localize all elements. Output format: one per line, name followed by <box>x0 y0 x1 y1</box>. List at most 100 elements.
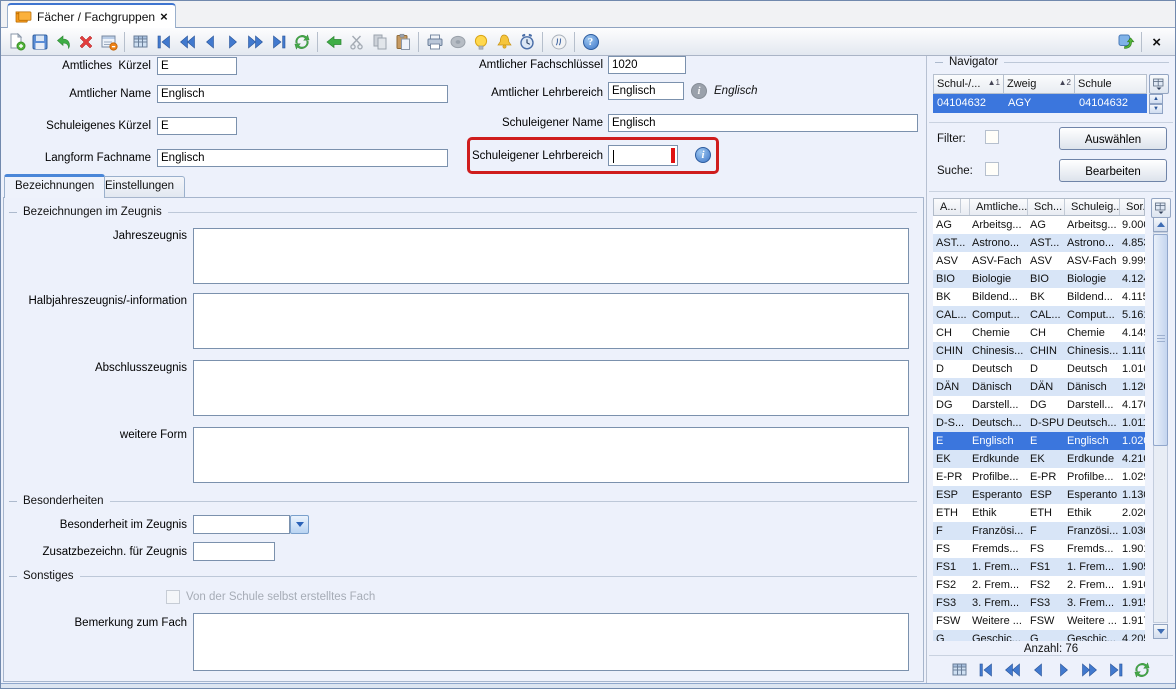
schuleigenes-kuerzel-input[interactable] <box>157 117 237 135</box>
abschlusszeugnis-textarea[interactable] <box>193 360 909 416</box>
table-row[interactable]: FS22. Frem...FS22. Frem...1.910 <box>933 576 1145 594</box>
table-view-button[interactable] <box>129 30 152 53</box>
table-row[interactable]: DÄNDänischDÄNDänisch1.120 <box>933 378 1145 396</box>
save-button[interactable] <box>28 30 51 53</box>
table-row[interactable]: CAL...Comput...CAL...Comput...5.161 <box>933 306 1145 324</box>
filter-checkbox[interactable] <box>985 130 999 144</box>
refresh-button[interactable] <box>290 30 313 53</box>
navigator-column-header[interactable]: Schul-/...▲1 <box>933 74 1004 94</box>
cell: CAL... <box>1027 306 1064 324</box>
besonderheit-im-zeugnis-combobox[interactable] <box>193 515 290 534</box>
print-button[interactable] <box>423 30 446 53</box>
amtliches-kuerzel-input[interactable] <box>157 57 237 75</box>
table-view-button[interactable] <box>949 658 972 681</box>
table-row[interactable]: FFranzösi...FFranzösi...1.030 <box>933 522 1145 540</box>
hint-bulb-button[interactable] <box>469 30 492 53</box>
table-row[interactable]: DGDarstell...DGDarstell...4.170 <box>933 396 1145 414</box>
next-record-button[interactable] <box>1053 658 1076 681</box>
settings-button[interactable] <box>547 30 570 53</box>
table-row[interactable]: AGArbeitsg...AGArbeitsg...9.000 <box>933 216 1145 234</box>
amtlicher-lehrbereich-input[interactable] <box>608 82 684 100</box>
first-record-button[interactable] <box>152 30 175 53</box>
column-config-button[interactable] <box>1151 198 1171 218</box>
delete-button[interactable] <box>74 30 97 53</box>
table-row[interactable]: FS33. Frem...FS33. Frem...1.915 <box>933 594 1145 612</box>
amtlicher-name-input[interactable] <box>157 85 448 103</box>
switch-window-button[interactable] <box>1114 31 1137 54</box>
reminder-clock-button[interactable] <box>515 30 538 53</box>
first-record-button[interactable] <box>975 658 998 681</box>
column-header[interactable]: A... ▲ <box>934 199 970 215</box>
last-record-button[interactable] <box>1105 658 1128 681</box>
tab-bezeichnungen[interactable]: Bezeichnungen <box>4 174 105 198</box>
navigator-row-spinner[interactable]: ▲ ▼ <box>1149 94 1163 113</box>
weitere-form-textarea[interactable] <box>193 427 909 483</box>
table-row[interactable]: GGeschic...GGeschic...4.205 <box>933 630 1145 641</box>
table-row[interactable]: FSWWeitere ...FSWWeitere ...1.917 <box>933 612 1145 630</box>
last-record-button[interactable] <box>267 30 290 53</box>
notification-bell-button[interactable] <box>492 30 515 53</box>
zusatzbezeichn-input[interactable] <box>193 542 275 561</box>
paste-button[interactable] <box>391 30 414 53</box>
navigator-column-header[interactable]: Zweig▲2 <box>1004 74 1075 94</box>
column-header[interactable]: Amtliche... <box>970 199 1028 215</box>
close-panel-icon[interactable]: × <box>1146 34 1167 51</box>
table-row[interactable]: D-S...Deutsch...D-SPUDeutsch...1.011 <box>933 414 1145 432</box>
previous-record-button[interactable] <box>198 30 221 53</box>
column-header[interactable]: Schuleig... <box>1065 199 1120 215</box>
schuleigener-name-input[interactable] <box>608 114 918 132</box>
bemerkung-zum-fach-textarea[interactable] <box>193 613 909 671</box>
halbjahreszeugnis-textarea[interactable] <box>193 293 909 349</box>
table-row[interactable]: E-PRProfilbe...E-PRProfilbe...1.029 <box>933 468 1145 486</box>
suche-checkbox[interactable] <box>985 162 999 176</box>
table-row[interactable]: ETHEthikETHEthik2.020 <box>933 504 1145 522</box>
new-record-button[interactable] <box>5 30 28 53</box>
table-row[interactable]: EKErdkundeEKErdkunde4.210 <box>933 450 1145 468</box>
next-record-button[interactable] <box>221 30 244 53</box>
table-row[interactable]: ASVASV-FachASVASV-Fach9.999 <box>933 252 1145 270</box>
fast-back-button[interactable] <box>175 30 198 53</box>
scrollbar-up-button[interactable] <box>1153 217 1168 232</box>
fast-forward-button[interactable] <box>1079 658 1102 681</box>
undo-button[interactable] <box>51 30 74 53</box>
column-header[interactable]: Sor... <box>1120 199 1144 215</box>
previous-record-button[interactable] <box>1027 658 1050 681</box>
jahreszeugnis-textarea[interactable] <box>193 228 909 284</box>
scrollbar-thumb[interactable] <box>1153 234 1168 446</box>
cell: F <box>933 522 969 540</box>
auswaehlen-button[interactable]: Auswählen <box>1059 127 1167 150</box>
table-row[interactable]: CHINChinesis...CHINChinesis...1.110 <box>933 342 1145 360</box>
spinner-down-icon[interactable]: ▼ <box>1149 104 1163 114</box>
amtlicher-fachschluessel-input[interactable] <box>608 56 686 74</box>
column-config-button[interactable] <box>1149 74 1169 94</box>
langform-fachname-input[interactable] <box>157 149 448 167</box>
bearbeiten-button[interactable]: Bearbeiten <box>1059 159 1167 182</box>
spinner-up-icon[interactable]: ▲ <box>1149 94 1163 104</box>
navigator-selected-row[interactable]: 04104632 AGY 04104632 <box>933 94 1147 113</box>
cell: BIO <box>1027 270 1064 288</box>
table-row[interactable]: BIOBiologieBIOBiologie4.124 <box>933 270 1145 288</box>
table-row[interactable]: CHChemieCHChemie4.149 <box>933 324 1145 342</box>
scrollbar-down-button[interactable] <box>1153 624 1168 639</box>
info-icon[interactable]: i <box>695 147 711 163</box>
table-row[interactable]: ESPEsperantoESPEsperanto1.130 <box>933 486 1145 504</box>
table-row[interactable]: BKBildend...BKBildend...4.115 <box>933 288 1145 306</box>
navigator-column-header[interactable]: Schule <box>1075 74 1147 94</box>
fast-forward-button[interactable] <box>244 30 267 53</box>
table-row[interactable]: FS11. Frem...FS11. Frem...1.905 <box>933 558 1145 576</box>
combobox-dropdown-button[interactable] <box>290 515 309 534</box>
table-row[interactable]: EEnglischEEnglisch1.020 <box>933 432 1145 450</box>
edit-record-button[interactable] <box>97 30 120 53</box>
fast-back-button[interactable] <box>1001 658 1024 681</box>
table-row[interactable]: AST...Astrono...AST...Astrono...4.853 <box>933 234 1145 252</box>
document-tab[interactable]: Fächer / Fachgruppen × <box>7 3 176 28</box>
table-row[interactable]: DDeutschDDeutsch1.010 <box>933 360 1145 378</box>
help-button[interactable]: ? <box>579 30 602 53</box>
document-tab-close-icon[interactable]: × <box>160 11 168 22</box>
schuleigener-lehrbereich-input[interactable] <box>608 145 678 166</box>
tab-einstellungen[interactable]: Einstellungen <box>94 176 185 198</box>
refresh-button[interactable] <box>1131 658 1154 681</box>
back-navigation-button[interactable] <box>322 30 345 53</box>
column-header[interactable]: Sch... <box>1028 199 1065 215</box>
table-row[interactable]: FSFremds...FSFremds...1.901 <box>933 540 1145 558</box>
